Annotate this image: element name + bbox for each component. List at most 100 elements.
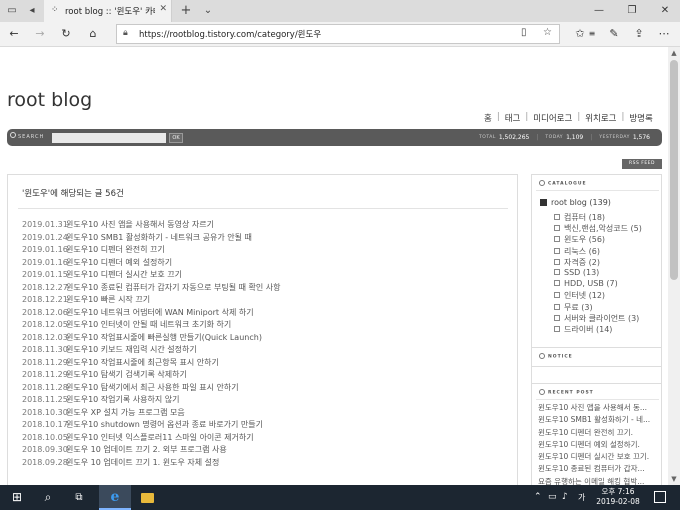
post-title-link[interactable]: 윈도우10 키보드 재입력 시간 설정하기 (66, 345, 197, 354)
web-note-icon[interactable]: ✎ (605, 25, 623, 43)
post-item[interactable]: 2018.12.06윈도우10 네트워크 어댑터에 WAN Miniport 삭… (22, 307, 281, 320)
post-title-link[interactable]: 윈도우10 탐색기에서 최근 사용한 파일 표시 안하기 (66, 383, 239, 392)
post-title-link[interactable]: 윈도우 10 업데이트 끄기 2. 외부 프로그램 사용 (66, 445, 227, 454)
menu-locationlog[interactable]: 위치로그 (585, 112, 616, 124)
notification-icon[interactable] (654, 491, 666, 503)
post-item[interactable]: 2018.11.30윈도우10 키보드 재입력 시간 설정하기 (22, 344, 281, 357)
recent-post-item[interactable]: 윈도우10 디펜더 완전히 끄기. (538, 427, 658, 439)
post-item[interactable]: 2018.10.05윈도우10 인터넷 익스플로러11 스마일 아이콘 제거하기 (22, 432, 281, 445)
post-title-link[interactable]: 윈도우10 빠른 시작 끄기 (66, 295, 150, 304)
task-view-icon[interactable]: ⧉ (64, 485, 94, 510)
category-item[interactable]: 백신,랜섬,악성코드 (5) (554, 223, 642, 234)
recent-post-item[interactable]: 요즘 유행하는 이메일 해킹 협박... (538, 476, 658, 485)
hub-icon[interactable]: ≡ (583, 25, 601, 43)
post-item[interactable]: 2019.01.16윈도우10 디펜더 완전히 끄기 (22, 244, 281, 257)
post-item[interactable]: 2018.09.30윈도우 10 업데이트 끄기 2. 외부 프로그램 사용 (22, 444, 281, 457)
lock-icon[interactable]: 🔒︎ (123, 28, 128, 38)
post-title-link[interactable]: 윈도우10 작업표시줄에 빠른실행 만들기(Quick Launch) (66, 333, 262, 342)
post-item[interactable]: 2018.09.28윈도우 10 업데이트 끄기 1. 윈도우 자체 설정 (22, 457, 281, 470)
network-icon[interactable]: ▭ (548, 485, 557, 510)
tab-list-icon[interactable]: ▭ (4, 3, 20, 19)
post-title-link[interactable]: 윈도우10 작업기록 사용하지 않기 (66, 395, 180, 404)
search-icon[interactable]: ⌕ (33, 485, 63, 510)
post-item[interactable]: 2018.12.21윈도우10 빠른 시작 끄기 (22, 294, 281, 307)
search-ok-button[interactable]: OK (169, 133, 183, 143)
home-button[interactable]: ⌂ (84, 25, 102, 43)
post-title-link[interactable]: 윈도우10 인터넷 익스플로러11 스마일 아이콘 제거하기 (66, 433, 254, 442)
forward-button[interactable]: → (31, 25, 49, 43)
category-root[interactable]: root blog (139) (540, 198, 611, 207)
scroll-thumb[interactable] (670, 60, 678, 280)
address-bar[interactable]: 🔒︎ ▯ ☆ (116, 24, 560, 44)
post-title-link[interactable]: 윈도우10 탐색기 검색기록 삭제하기 (66, 370, 187, 379)
favorite-star-icon[interactable]: ☆ (543, 27, 552, 38)
file-explorer-button[interactable] (132, 485, 162, 510)
post-item[interactable]: 2019.01.16윈도우10 디펜더 예외 설정하기 (22, 257, 281, 270)
category-item[interactable]: 윈도우 (56) (554, 234, 642, 245)
post-item[interactable]: 2018.11.28윈도우10 탐색기에서 최근 사용한 파일 표시 안하기 (22, 382, 281, 395)
close-window-button[interactable]: ✕ (650, 2, 680, 20)
recent-post-item[interactable]: 윈도우10 사진 앱을 사용해서 동... (538, 402, 658, 414)
vertical-scrollbar[interactable]: ▲ ▼ (668, 47, 680, 485)
menu-home[interactable]: 홈 (484, 112, 492, 124)
category-item[interactable]: 서버와 클라이언트 (3) (554, 313, 642, 324)
category-item[interactable]: 리눅스 (6) (554, 246, 642, 257)
category-item[interactable]: 인터넷 (12) (554, 290, 642, 301)
refresh-button[interactable]: ↻ (57, 25, 75, 43)
post-title-link[interactable]: 윈도우10 종료된 컴퓨터가 갑자기 자동으로 부팅될 때 확인 사항 (66, 283, 281, 292)
recent-post-item[interactable]: 윈도우10 SMB1 활성화하기 - 네... (538, 414, 658, 426)
close-tab-icon[interactable]: ✕ (159, 4, 167, 14)
post-title-link[interactable]: 윈도우 XP 설치 가능 프로그램 모음 (66, 408, 185, 417)
post-item[interactable]: 2018.10.30윈도우 XP 설치 가능 프로그램 모음 (22, 407, 281, 420)
category-item[interactable]: 자격증 (2) (554, 257, 642, 268)
category-item[interactable]: SSD (13) (554, 268, 642, 279)
category-item[interactable]: 무료 (3) (554, 302, 642, 313)
browser-tab[interactable]: ⁘ root blog :: '윈도우' 카테 ✕ (44, 0, 172, 22)
menu-guestbook[interactable]: 방명록 (629, 112, 652, 124)
recent-post-item[interactable]: 윈도우10 디펜더 실시간 보호 끄기. (538, 451, 658, 463)
reading-view-icon[interactable]: ▯ (521, 27, 527, 38)
post-item[interactable]: 2019.01.31윈도우10 사진 앱을 사용해서 동영상 자르기 (22, 219, 281, 232)
scroll-up-icon[interactable]: ▲ (668, 47, 680, 59)
post-title-link[interactable]: 윈도우10 SMB1 활성화하기 - 네트워크 공유가 안될 때 (66, 233, 252, 242)
post-title-link[interactable]: 윈도우10 shutdown 명령어 옵션과 종료 바로가기 만들기 (66, 420, 263, 429)
post-title-link[interactable]: 윈도우10 디펜더 완전히 끄기 (66, 245, 165, 254)
tab-preview-icon[interactable]: ◂ (24, 3, 40, 19)
post-item[interactable]: 2018.12.05윈도우10 인터넷이 안될 때 네트워크 초기화 하기 (22, 319, 281, 332)
category-item[interactable]: HDD, USB (7) (554, 279, 642, 290)
category-item[interactable]: 컴퓨터 (18) (554, 212, 642, 223)
post-title-link[interactable]: 윈도우10 디펜더 예외 설정하기 (66, 258, 172, 267)
post-item[interactable]: 2018.12.03윈도우10 작업표시줄에 빠른실행 만들기(Quick La… (22, 332, 281, 345)
chevron-down-icon[interactable]: ⌄ (200, 3, 216, 19)
post-item[interactable]: 2018.11.29윈도우10 탐색기 검색기록 삭제하기 (22, 369, 281, 382)
post-title-link[interactable]: 윈도우10 작업표시줄에 최근항목 표시 안하기 (66, 358, 219, 367)
post-title-link[interactable]: 윈도우10 네트워크 어댑터에 WAN Miniport 삭제 하기 (66, 308, 254, 317)
back-button[interactable]: ← (5, 25, 23, 43)
post-item[interactable]: 2018.12.27윈도우10 종료된 컴퓨터가 갑자기 자동으로 부팅될 때 … (22, 282, 281, 295)
category-item[interactable]: 드라이버 (14) (554, 324, 642, 335)
minimize-button[interactable]: — (584, 2, 614, 20)
blog-title[interactable]: root blog (7, 89, 92, 111)
post-title-link[interactable]: 윈도우 10 업데이트 끄기 1. 윈도우 자체 설정 (66, 458, 219, 467)
post-item[interactable]: 2019.01.24윈도우10 SMB1 활성화하기 - 네트워크 공유가 안될… (22, 232, 281, 245)
new-tab-button[interactable]: + (178, 3, 194, 19)
system-clock[interactable]: 오후 7:16 2019-02-08 (588, 487, 648, 507)
ime-indicator[interactable]: 가 (578, 485, 585, 510)
post-title-link[interactable]: 윈도우10 사진 앱을 사용해서 동영상 자르기 (66, 220, 214, 229)
restore-button[interactable]: ❐ (617, 2, 647, 20)
post-item[interactable]: 2018.11.25윈도우10 작업기록 사용하지 않기 (22, 394, 281, 407)
post-item[interactable]: 2018.10.17윈도우10 shutdown 명령어 옵션과 종료 바로가기… (22, 419, 281, 432)
post-item[interactable]: 2019.01.15윈도우10 디펜더 실시간 보호 끄기 (22, 269, 281, 282)
recent-post-item[interactable]: 윈도우10 종료된 컴퓨터가 갑자... (538, 463, 658, 475)
menu-tag[interactable]: 태그 (505, 112, 521, 124)
chevron-up-icon[interactable]: ⌃ (534, 485, 542, 510)
start-button[interactable]: ⊞ (2, 485, 32, 510)
menu-medialog[interactable]: 미디어로그 (533, 112, 572, 124)
post-title-link[interactable]: 윈도우10 인터넷이 안될 때 네트워크 초기화 하기 (66, 320, 231, 329)
search-input[interactable] (52, 133, 166, 143)
rss-feed-button[interactable]: RSS FEED (622, 159, 662, 169)
post-item[interactable]: 2018.11.29윈도우10 작업표시줄에 최근항목 표시 안하기 (22, 357, 281, 370)
share-icon[interactable]: ⇪ (630, 25, 648, 43)
post-title-link[interactable]: 윈도우10 디펜더 실시간 보호 끄기 (66, 270, 182, 279)
scroll-down-icon[interactable]: ▼ (668, 473, 680, 485)
